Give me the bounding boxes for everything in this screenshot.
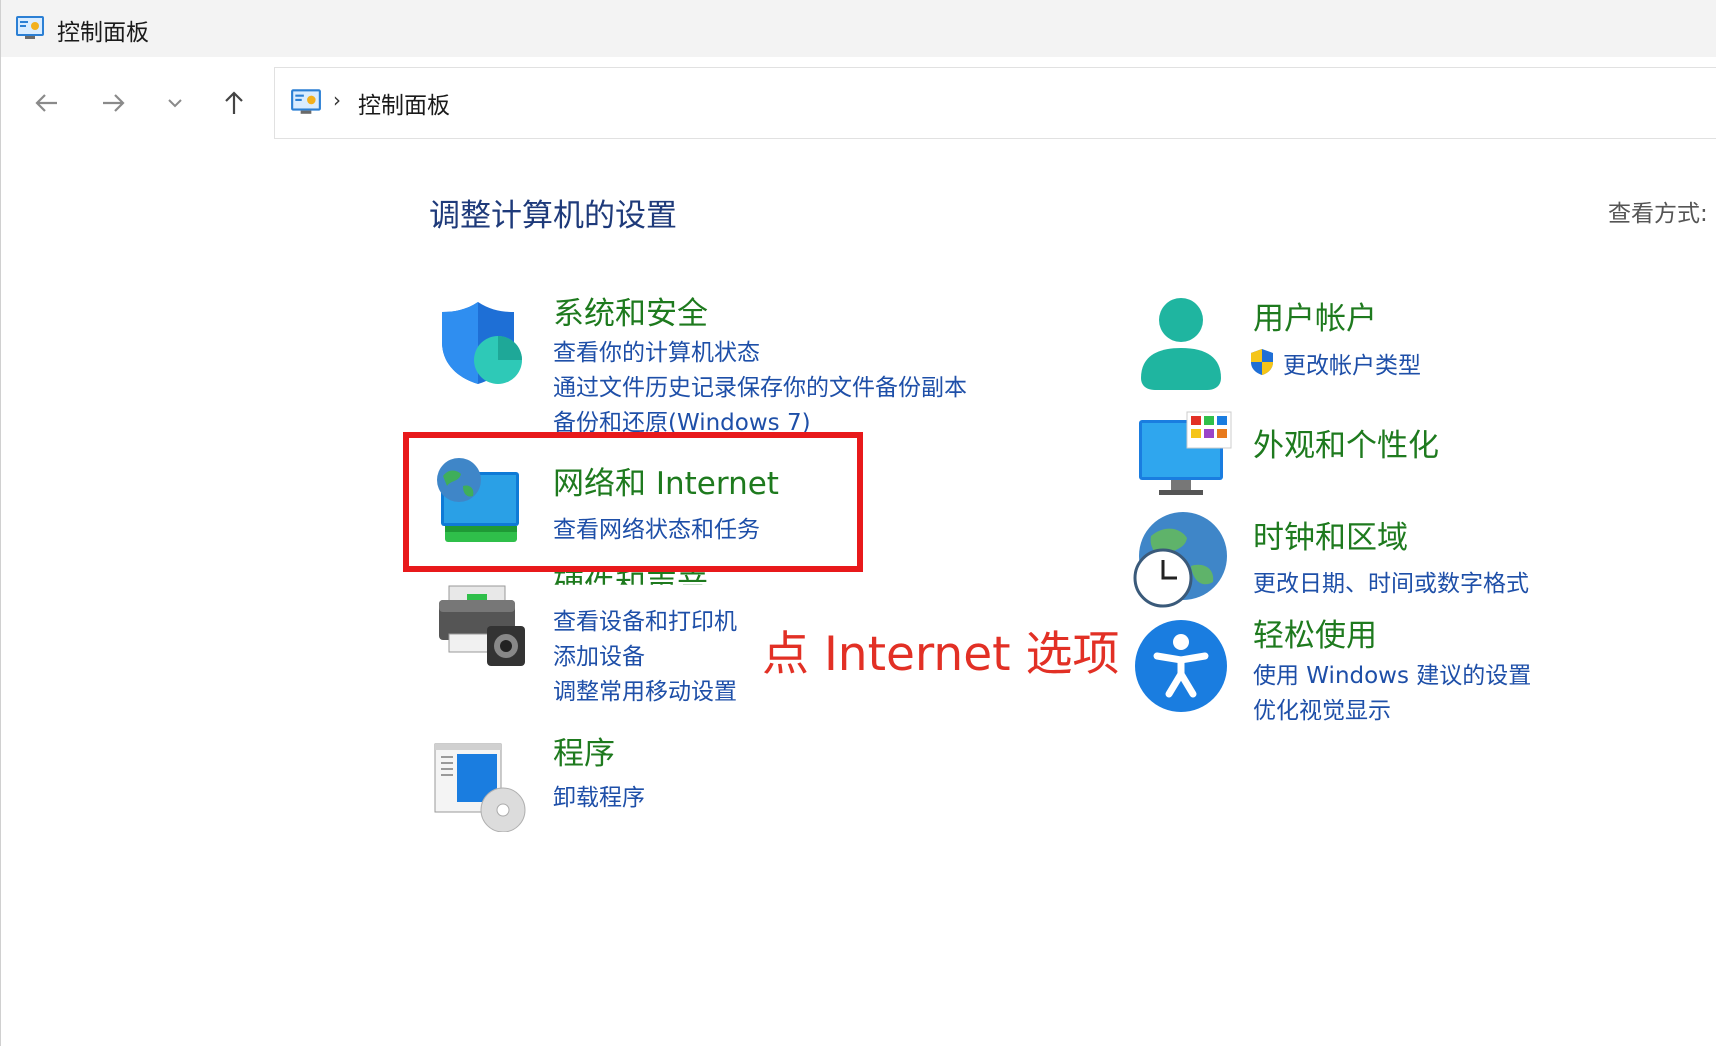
forward-button[interactable] (93, 83, 133, 123)
user-accounts-link-1[interactable]: 更改帐户类型 (1283, 346, 1421, 380)
programs-icon[interactable] (433, 740, 533, 836)
address-bar[interactable]: › 控制面板 ⌄ (274, 67, 1716, 139)
appearance-icon[interactable] (1137, 410, 1233, 506)
printer-icon[interactable] (437, 582, 529, 678)
user-accounts-title[interactable]: 用户帐户 (1253, 293, 1377, 338)
accessibility-icon[interactable] (1133, 618, 1229, 718)
system-security-link-2[interactable]: 通过文件历史记录保存你的文件备份副本 (553, 368, 967, 402)
page-heading: 调整计算机的设置 (429, 198, 677, 234)
recent-locations-button[interactable] (155, 83, 195, 123)
hardware-link-1[interactable]: 查看设备和打印机 (553, 602, 737, 636)
programs-link-1[interactable]: 卸载程序 (553, 778, 645, 812)
ease-of-access-title[interactable]: 轻松使用 (1253, 610, 1377, 655)
arrow-up-icon (225, 91, 243, 114)
appearance-title[interactable]: 外观和个性化 (1253, 420, 1439, 465)
clock-region-link-1[interactable]: 更改日期、时间或数字格式 (1253, 564, 1529, 598)
ease-of-access-link-2[interactable]: 优化视觉显示 (1253, 691, 1391, 725)
back-button[interactable] (27, 83, 67, 123)
title-bar: 控制面板 (0, 0, 1716, 57)
hardware-link-3[interactable]: 调整常用移动设置 (553, 672, 737, 706)
user-icon[interactable] (1137, 296, 1225, 396)
arrow-right-icon (103, 94, 125, 112)
highlight-box (403, 432, 863, 572)
view-by-label[interactable]: 查看方式: (1608, 194, 1708, 228)
shield-icon[interactable] (436, 298, 526, 392)
window-title: 控制面板 (57, 20, 149, 46)
programs-title[interactable]: 程序 (553, 728, 615, 773)
main-content: 调整计算机的设置 查看方式: 系统和安全 查看你的计算机状态 通过文件历史记录保… (0, 150, 1716, 1046)
arrow-left-icon (35, 94, 57, 112)
control-panel-icon (15, 14, 45, 44)
breadcrumb-control-panel[interactable]: 控制面板 (358, 86, 450, 120)
breadcrumb-separator[interactable]: › (333, 88, 341, 112)
up-button[interactable] (214, 83, 254, 123)
system-security-title[interactable]: 系统和安全 (553, 288, 708, 333)
control-panel-icon (290, 87, 322, 119)
ease-of-access-link-1[interactable]: 使用 Windows 建议的设置 (1253, 656, 1531, 690)
annotation-text: 点 Internet 选项 (762, 627, 1120, 682)
uac-shield-icon (1249, 348, 1275, 380)
chevron-down-icon (168, 99, 182, 108)
navigation-bar: › 控制面板 ⌄ (0, 57, 1716, 150)
hardware-link-2[interactable]: 添加设备 (553, 637, 645, 671)
clock-region-title[interactable]: 时钟和区域 (1253, 512, 1408, 557)
globe-clock-icon[interactable] (1131, 510, 1231, 614)
system-security-link-1[interactable]: 查看你的计算机状态 (553, 333, 760, 367)
